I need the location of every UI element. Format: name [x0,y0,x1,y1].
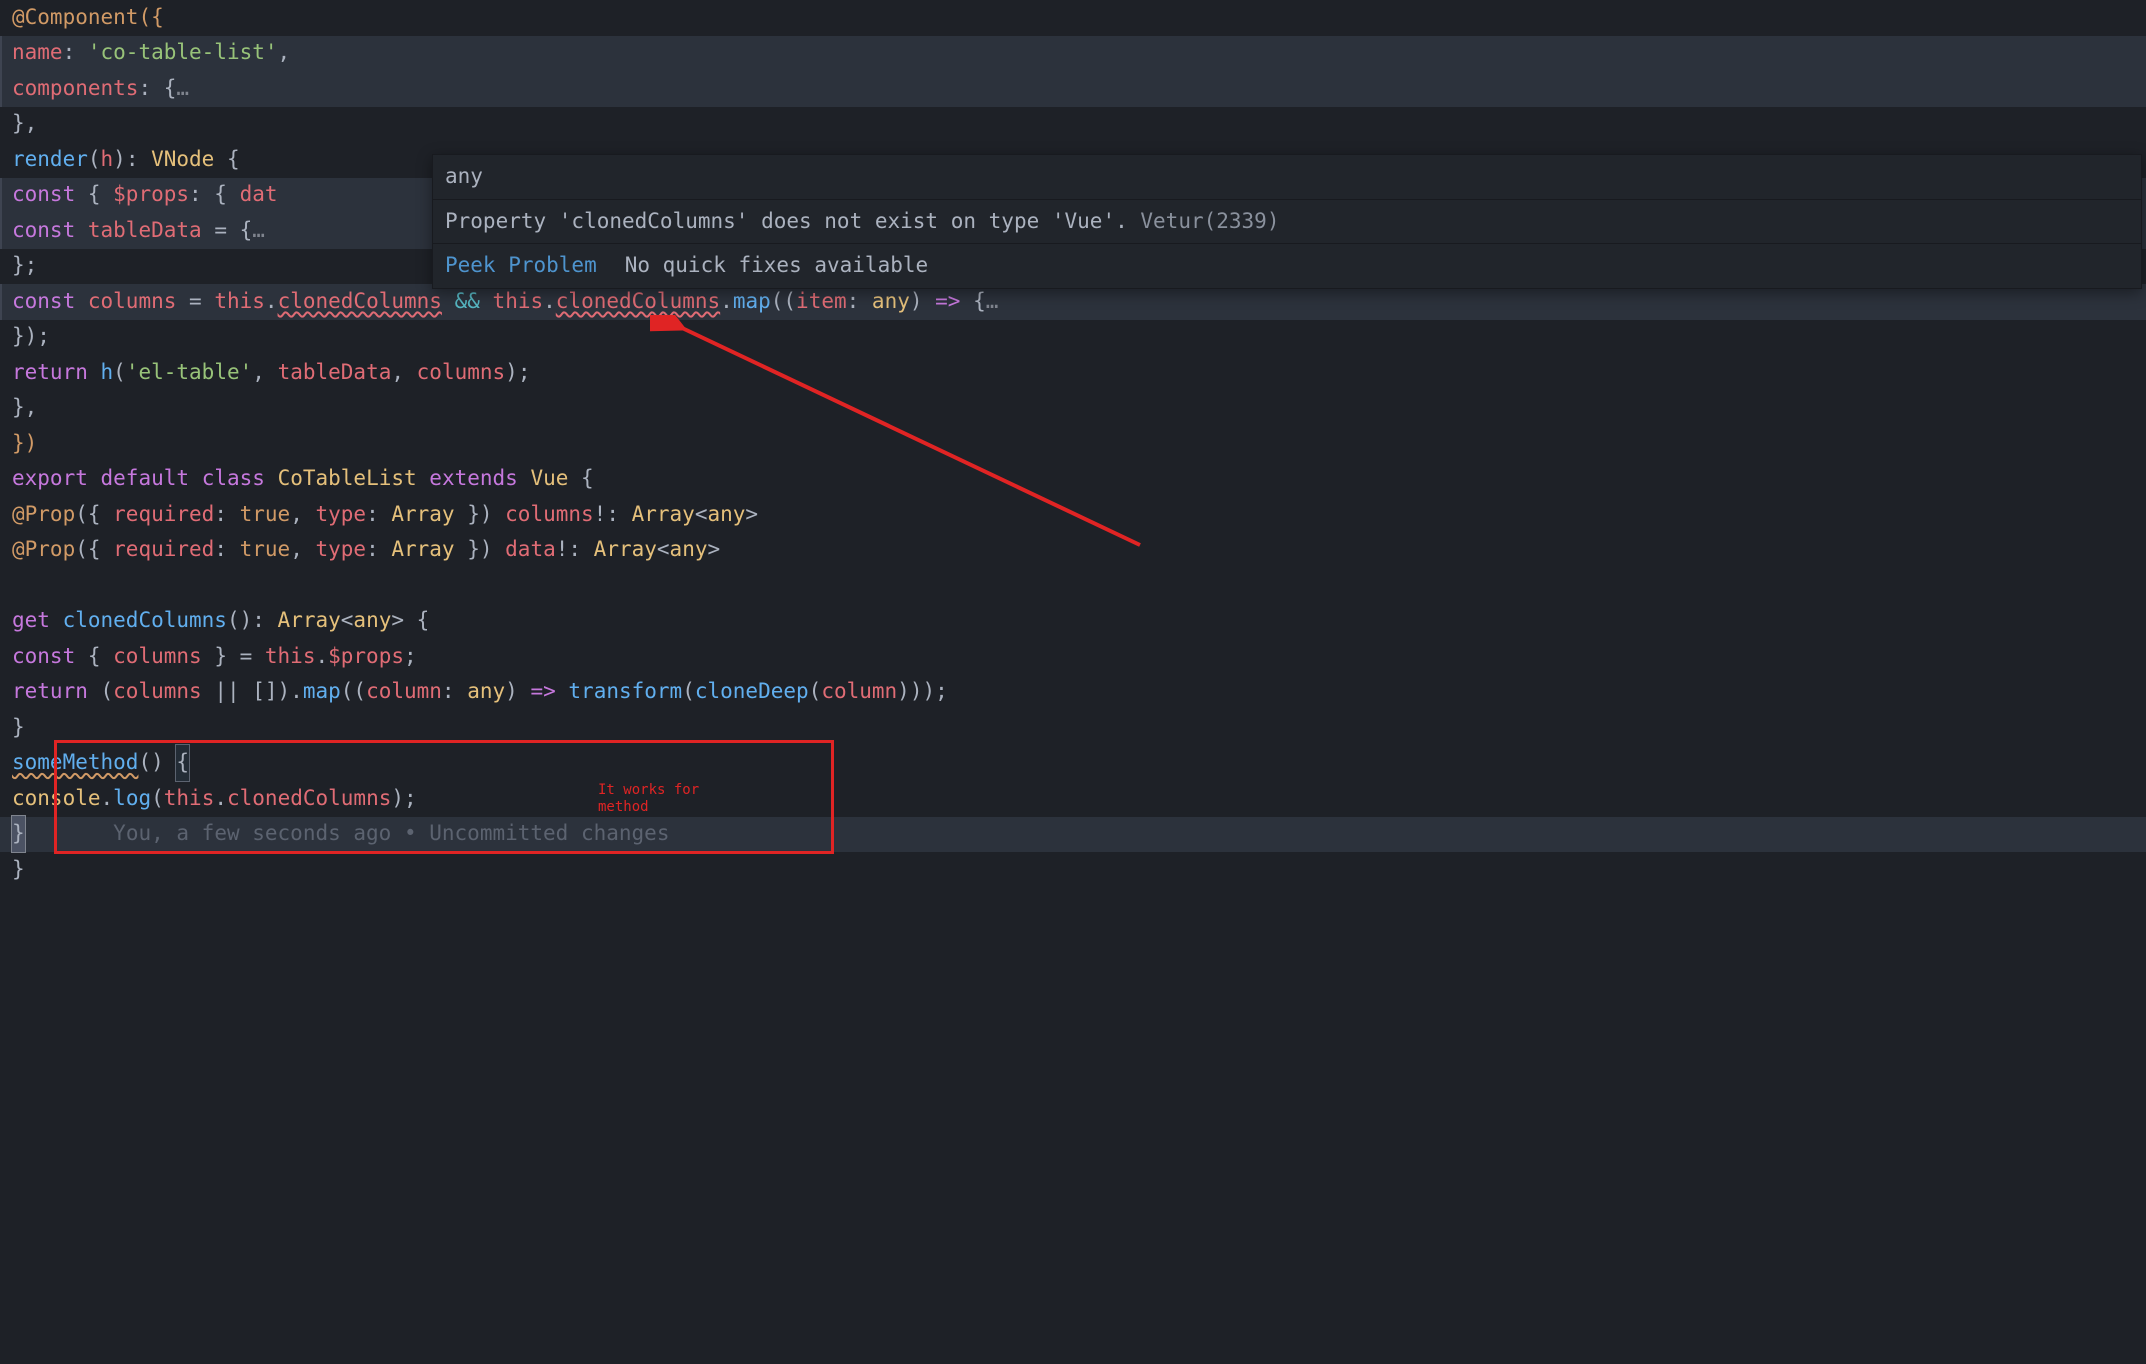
code-line[interactable]: @Prop({ required: true, type: Array }) d… [0,533,2146,569]
code-line[interactable]: }, [0,107,2146,143]
hover-actions: Peek Problem No quick fixes available [433,244,2141,288]
code-line[interactable]: export default class CoTableList extends… [0,462,2146,498]
hover-type: any [433,155,2141,200]
code-line[interactable]: name: 'co-table-list', [0,36,2146,72]
var-name: columns [88,284,177,320]
error-identifier[interactable]: clonedColumns [278,284,442,320]
hover-message: Property 'clonedColumns' does not exist … [433,200,2141,245]
annotation-text: It works for method [598,782,758,816]
code-line[interactable]: components: {… [0,71,2146,107]
type: VNode [151,142,214,178]
error-identifier[interactable]: clonedColumns [556,284,720,320]
code-line[interactable]: const columns = this.clonedColumns && th… [0,284,2146,320]
code-line[interactable]: }) [0,426,2146,462]
peek-problem-link[interactable]: Peek Problem [445,253,597,277]
code-line[interactable]: const { columns } = this.$props; [0,639,2146,675]
code-line[interactable]: @Component({ [0,0,2146,36]
class-name: CoTableList [278,461,417,497]
hover-tooltip[interactable]: any Property 'clonedColumns' does not ex… [432,154,2142,289]
object-key: name [12,35,63,71]
no-fix-label: No quick fixes available [625,253,928,277]
code-line[interactable]: }); [0,320,2146,356]
brace-close: } [12,816,25,852]
object-key: components [12,71,138,107]
fold-indicator[interactable]: … [176,71,189,107]
code-line[interactable]: return h('el-table', tableData, columns)… [0,355,2146,391]
code-line[interactable] [0,568,2146,604]
string-literal: 'co-table-list' [88,35,278,71]
code-line[interactable]: return (columns || []).map((column: any)… [0,675,2146,711]
fold-indicator[interactable]: … [252,213,265,249]
method-name: render [12,142,88,178]
decorator: @Component [12,0,138,36]
code-line[interactable]: } [0,852,2146,888]
param: h [101,142,114,178]
code-line[interactable]: @Prop({ required: true, type: Array }) c… [0,497,2146,533]
code-line[interactable]: }, [0,391,2146,427]
fold-indicator[interactable]: … [986,284,999,320]
code-line[interactable]: get clonedColumns(): Array<any> { [0,604,2146,640]
